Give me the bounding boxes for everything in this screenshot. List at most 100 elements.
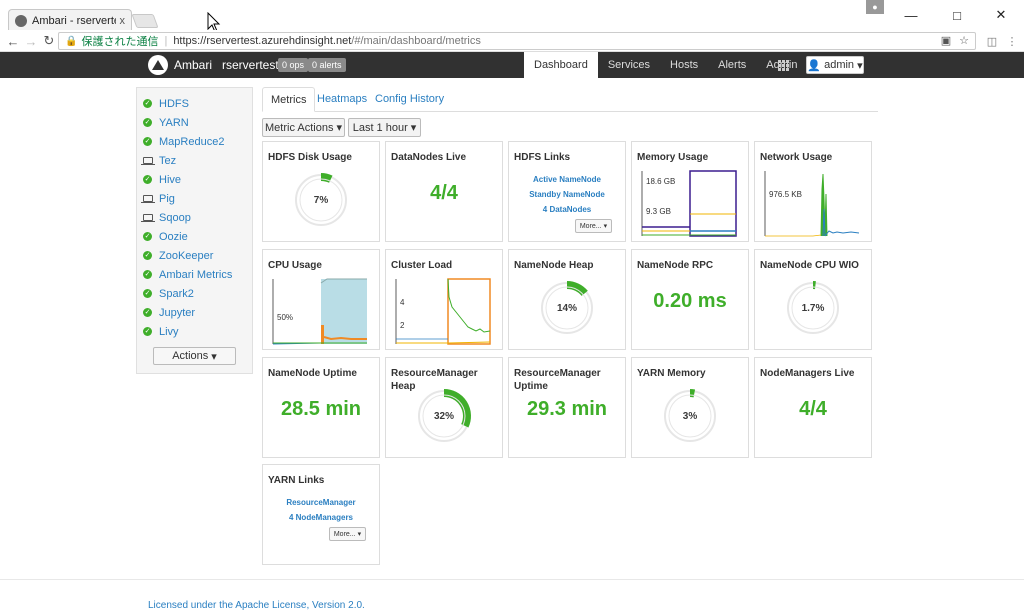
browser-tab[interactable]: Ambari - rservertest x xyxy=(8,9,132,31)
widget-namenode-cpu-wio[interactable]: NameNode CPU WIO 1.7% xyxy=(754,249,872,350)
sidebar-item-hdfs[interactable]: ✓ HDFS xyxy=(143,94,189,113)
laptop-icon xyxy=(141,157,155,165)
widget-value: 4/4 xyxy=(430,182,458,204)
time-range-button[interactable]: Last 1 hour ▾ xyxy=(348,118,421,137)
widget-title: CPU Usage xyxy=(268,260,322,271)
lock-icon: 🔒 xyxy=(65,35,78,47)
url-path: /#/main/dashboard/metrics xyxy=(351,35,481,47)
widget-datanodes-live[interactable]: DataNodes Live 4/4 xyxy=(385,141,503,242)
ops-badge[interactable]: 0 ops xyxy=(278,58,309,72)
more-label: More... xyxy=(333,530,356,538)
chart-axis-label: 50% xyxy=(277,313,294,322)
brand-name[interactable]: Ambari xyxy=(174,58,212,72)
widget-title: Memory Usage xyxy=(637,152,709,163)
caret-down-icon: ▾ xyxy=(603,223,608,230)
license-link[interactable]: Licensed under the Apache License, Versi… xyxy=(148,600,365,611)
nav-services[interactable]: Services xyxy=(598,52,660,78)
widget-hdfs-disk-usage[interactable]: HDFS Disk Usage 7% xyxy=(262,141,380,242)
sidebar-item-pig[interactable]: Pig xyxy=(141,189,175,208)
close-window-button[interactable]: ✕ xyxy=(978,4,1024,26)
more-button[interactable]: More... ▾ xyxy=(575,219,612,233)
alerts-badge[interactable]: 0 alerts xyxy=(308,58,346,72)
check-icon: ✓ xyxy=(143,232,152,241)
more-label: More... xyxy=(579,222,602,230)
minimize-button[interactable]: — xyxy=(888,4,934,26)
widget-namenode-heap[interactable]: NameNode Heap 14% xyxy=(508,249,626,350)
widget-title: ResourceManager Uptime xyxy=(514,368,601,392)
donut-label: 3% xyxy=(682,410,698,422)
nav-dashboard[interactable]: Dashboard xyxy=(524,52,598,78)
sidebar-item-ambari-metrics[interactable]: ✓ Ambari Metrics xyxy=(143,265,232,284)
time-range-label: Last 1 hour xyxy=(352,121,408,134)
tab-heatmaps[interactable]: Heatmaps xyxy=(309,87,375,112)
top-nav: Dashboard Services Hosts Alerts Admin xyxy=(524,52,807,78)
nav-alerts[interactable]: Alerts xyxy=(708,52,756,78)
datanodes-link[interactable]: 4 DataNodes xyxy=(509,202,625,217)
widget-namenode-uptime[interactable]: NameNode Uptime 28.5 min xyxy=(262,357,380,458)
check-icon: ✓ xyxy=(143,308,152,317)
secure-label: 保護された通信 xyxy=(81,36,159,48)
widget-title: NameNode CPU WIO xyxy=(760,260,859,271)
caret-down-icon: ▾ xyxy=(357,531,362,538)
bookmark-star-icon[interactable]: ☆ xyxy=(959,34,969,47)
sidebar-item-mapreduce2[interactable]: ✓ MapReduce2 xyxy=(143,132,224,151)
sidebar-item-livy[interactable]: ✓ Livy xyxy=(143,322,179,341)
sidebar-item-spark2[interactable]: ✓ Spark2 xyxy=(143,284,194,303)
chart-axis-label: 976.5 KB xyxy=(769,190,802,199)
sidebar-item-oozie[interactable]: ✓ Oozie xyxy=(143,227,188,246)
caret-down-icon: ▾ xyxy=(410,122,417,134)
sidebar-item-sqoop[interactable]: Sqoop xyxy=(141,208,191,227)
widget-namenode-rpc[interactable]: NameNode RPC 0.20 ms xyxy=(631,249,749,350)
widget-hdfs-links: HDFS Links Active NameNode Standby NameN… xyxy=(508,141,626,242)
widget-title: NodeManagers Live xyxy=(760,368,855,379)
widget-cluster-load[interactable]: Cluster Load 4 2 xyxy=(385,249,503,350)
widget-yarn-links: YARN Links ResourceManager 4 NodeManager… xyxy=(262,464,380,565)
resourcemanager-link[interactable]: ResourceManager xyxy=(263,495,379,510)
reload-icon[interactable]: ↻ xyxy=(41,33,57,49)
sidebar-item-hive[interactable]: ✓ Hive xyxy=(143,170,181,189)
page-divider xyxy=(0,579,1024,580)
back-icon[interactable]: ← xyxy=(5,33,21,49)
maximize-button[interactable]: □ xyxy=(934,4,980,26)
chart-axis-label: 18.6 GB xyxy=(646,177,676,186)
close-tab-icon[interactable]: x xyxy=(120,15,126,27)
widget-memory-usage[interactable]: Memory Usage 18.6 GB 9.3 GB xyxy=(631,141,749,242)
views-grid-icon[interactable] xyxy=(778,60,789,71)
user-menu-button[interactable]: 👤 admin ▾ xyxy=(806,56,864,74)
cpu-chart xyxy=(272,278,367,345)
donut-label: 14% xyxy=(556,302,577,314)
url-field[interactable]: 🔒 保護された通信 | https:// rservertest.azurehd… xyxy=(58,32,976,50)
standby-namenode-link[interactable]: Standby NameNode xyxy=(509,187,625,202)
sidebar-item-tez[interactable]: Tez xyxy=(141,151,176,170)
widget-nodemanagers-live[interactable]: NodeManagers Live 4/4 xyxy=(754,357,872,458)
nav-hosts[interactable]: Hosts xyxy=(660,52,708,78)
widget-cpu-usage[interactable]: CPU Usage 50% xyxy=(262,249,380,350)
tab-config-history[interactable]: Config History xyxy=(367,87,452,112)
new-tab-button[interactable] xyxy=(131,14,159,28)
nodemanagers-link[interactable]: 4 NodeManagers xyxy=(263,510,379,525)
widget-resourcemanager-heap[interactable]: ResourceManager Heap 32% xyxy=(385,357,503,458)
user-icon: 👤 xyxy=(807,59,822,72)
metric-actions-button[interactable]: Metric Actions ▾ xyxy=(262,118,345,137)
check-icon: ✓ xyxy=(143,327,152,336)
widget-value: 4/4 xyxy=(799,398,827,420)
ambari-logo-icon[interactable] xyxy=(148,55,168,75)
sidebar-item-zookeeper[interactable]: ✓ ZooKeeper xyxy=(143,246,213,265)
widget-network-usage[interactable]: Network Usage 976.5 KB xyxy=(754,141,872,242)
widget-resourcemanager-uptime[interactable]: ResourceManager Uptime 29.3 min xyxy=(508,357,626,458)
extension-icon[interactable]: ◫ xyxy=(985,34,999,48)
widget-yarn-memory[interactable]: YARN Memory 3% xyxy=(631,357,749,458)
active-namenode-link[interactable]: Active NameNode xyxy=(509,172,625,187)
tab-metrics[interactable]: Metrics xyxy=(262,87,316,112)
sidebar-item-yarn[interactable]: ✓ YARN xyxy=(143,113,189,132)
forward-icon[interactable]: → xyxy=(23,33,39,49)
more-button[interactable]: More... ▾ xyxy=(329,527,366,541)
sidebar-item-jupyter[interactable]: ✓ Jupyter xyxy=(143,303,195,322)
profile-icon[interactable]: ● xyxy=(866,0,884,14)
translate-icon[interactable]: ▣ xyxy=(941,34,951,47)
menu-icon[interactable]: ⋮ xyxy=(1005,34,1019,48)
actions-button[interactable]: Actions ▾ xyxy=(153,347,236,365)
widget-title: NameNode Uptime xyxy=(268,368,357,379)
widget-title: HDFS Links xyxy=(514,152,571,163)
user-name: admin xyxy=(824,59,855,71)
